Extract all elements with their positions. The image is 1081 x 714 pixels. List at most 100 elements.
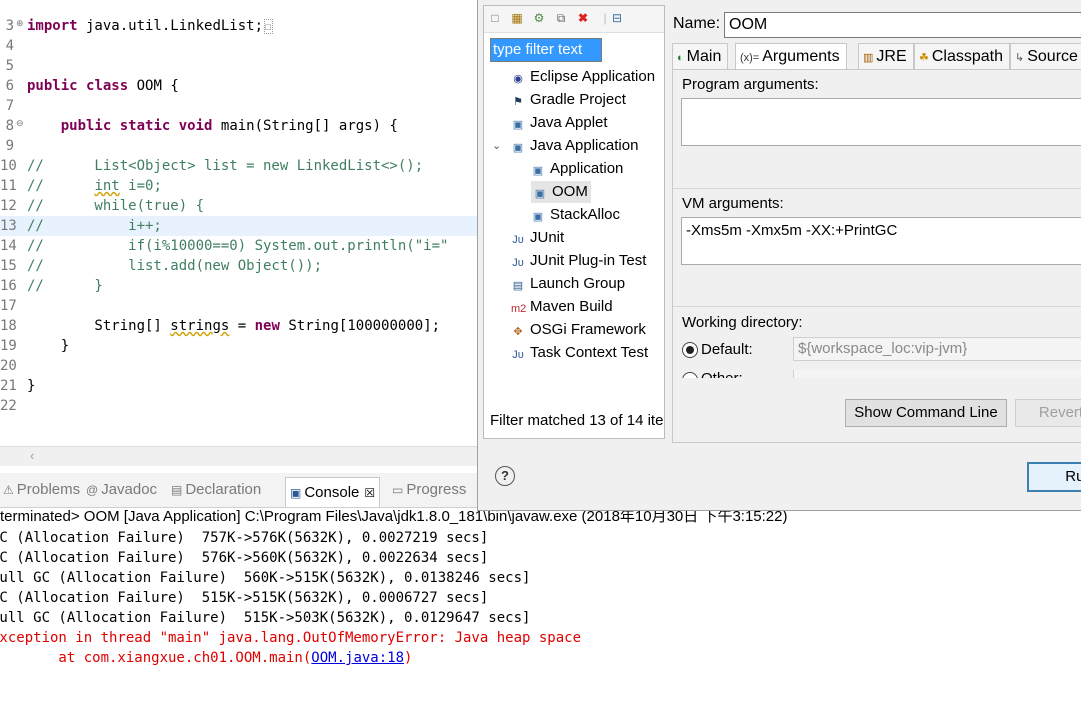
other-label: Other: <box>701 370 743 378</box>
run-configurations-dialog: □ ▦ ⚙ ⧉ ✖ | ⊟ type filter text ◉ Eclipse … <box>477 0 1081 511</box>
chevron-down-icon[interactable]: ⌄ <box>492 135 501 157</box>
code-line[interactable]: 10 // List<Object> list = new LinkedList<… <box>0 156 477 176</box>
scroll-left-icon[interactable]: ‹ <box>30 448 34 463</box>
program-arguments-textarea[interactable] <box>681 98 1081 146</box>
code-editor[interactable]: 3 ⊕ import java.util.LinkedList; ☐ 4 5 6 public… <box>0 0 477 466</box>
tree-item-task-context-test[interactable]: Jᴜ Task Context Test <box>511 342 648 364</box>
code-token: String[] <box>27 318 171 334</box>
code-line[interactable]: 13 // i++; <box>0 216 477 236</box>
line-number: 14 <box>0 238 17 254</box>
code-line[interactable]: 11 // int i=0; <box>0 176 477 196</box>
tree-item-maven-build[interactable]: m2 Maven Build <box>511 296 613 318</box>
close-tab-icon[interactable]: ☒ <box>364 486 375 500</box>
tree-item-launch-group[interactable]: ▤ Launch Group <box>511 273 625 295</box>
folded-imports-icon[interactable]: ☐ <box>264 19 273 34</box>
export-icon[interactable]: ⚙ <box>532 11 546 25</box>
other-option-row: Other: <box>673 370 1081 378</box>
tab-main[interactable]: ◐ Main <box>672 43 729 70</box>
new-config-icon[interactable]: □ <box>488 11 502 25</box>
tab-console[interactable]: ▣ Console ☒ <box>285 477 381 507</box>
tab-source[interactable]: ↳ Source <box>1010 43 1081 70</box>
run-button[interactable]: Run <box>1027 462 1081 492</box>
duplicate-icon[interactable]: ⧉ <box>554 11 568 25</box>
default-radio[interactable] <box>682 342 698 358</box>
tree-item-junit[interactable]: Jᴜ JUnit <box>511 227 564 249</box>
tab-problems[interactable]: ⚠ Problems <box>3 479 80 501</box>
junit-plugin-test-icon: Jᴜ <box>512 257 524 269</box>
tree-item-java-application[interactable]: ⌄ ▣ Java Application <box>492 135 638 157</box>
code-line[interactable]: 3 ⊕ import java.util.LinkedList; ☐ <box>0 16 477 36</box>
code-line[interactable]: 14 // if(i%10000==0) System.out.println("… <box>0 236 477 256</box>
tree-item-gradle-project[interactable]: ⚑ Gradle Project <box>511 89 626 111</box>
code-line[interactable]: 19 } <box>0 336 477 356</box>
code-line[interactable]: 4 <box>0 36 477 56</box>
code-line[interactable]: 8 ⊖ public static void main(String[] args… <box>0 116 477 136</box>
tree-item-label: Task Context Test <box>530 344 649 361</box>
fold-toggle-icon[interactable]: ⊖ <box>16 114 24 134</box>
new-prototype-icon[interactable]: ▦ <box>510 11 524 25</box>
config-name-input[interactable]: OOM <box>724 12 1081 38</box>
vm-arguments-textarea[interactable]: -Xms5m -Xmx5m -XX:+PrintGC <box>681 217 1081 265</box>
code-token: static <box>119 118 171 134</box>
delete-icon[interactable]: ✖ <box>576 11 590 25</box>
maven-build-icon: m2 <box>511 303 527 315</box>
help-icon[interactable]: ? <box>495 466 515 486</box>
default-label: Default: <box>701 341 753 358</box>
source-link[interactable]: OOM.java:18 <box>311 650 404 666</box>
line-number: 20 <box>0 358 17 374</box>
tree-item-stackalloc[interactable]: ▣ StackAlloc <box>531 204 620 226</box>
tab-label: Console <box>304 484 360 501</box>
tree-item-label: JUnit Plug-in Test <box>530 252 647 269</box>
code-token: public <box>27 78 78 94</box>
problems-icon: ⚠ <box>3 483 14 497</box>
tree-item-eclipse-application[interactable]: ◉ Eclipse Application <box>511 66 655 88</box>
tab-classpath[interactable]: ☘ Classpath <box>914 43 1011 70</box>
code-line[interactable]: 9 <box>0 136 477 156</box>
code-line[interactable]: 22 <box>0 396 477 416</box>
code-line[interactable]: 15 // list.add(new Object()); <box>0 256 477 276</box>
launch-config-tree-panel: □ ▦ ⚙ ⧉ ✖ | ⊟ type filter text ◉ Eclipse … <box>483 5 665 439</box>
fold-toggle-icon[interactable]: ⊕ <box>16 14 24 34</box>
line-number: 18 <box>0 318 17 334</box>
code-line[interactable]: 7 <box>0 96 477 116</box>
tree-item-label: Java Applet <box>530 114 608 131</box>
tree-item-java-applet[interactable]: ▣ Java Applet <box>511 112 608 134</box>
tab-jre[interactable]: ▥ JRE <box>858 43 914 70</box>
other-directory-field[interactable] <box>793 370 1081 378</box>
type-filter-input[interactable]: type filter text <box>490 38 602 62</box>
line-number: 13 <box>0 218 17 234</box>
code-line[interactable]: 21} <box>0 376 477 396</box>
code-line[interactable]: 5 <box>0 56 477 76</box>
code-line[interactable]: 12 // while(true) { <box>0 196 477 216</box>
code-token: public <box>60 118 112 134</box>
line-number: 15 <box>0 258 17 274</box>
tab-progress[interactable]: ▭ Progress <box>392 479 466 501</box>
other-radio[interactable] <box>682 372 698 378</box>
horizontal-scrollbar[interactable]: ‹ <box>0 446 477 466</box>
code-line[interactable]: 17 <box>0 296 477 316</box>
code-token: class <box>86 78 129 94</box>
collapse-all-icon[interactable]: ⊟ <box>610 11 624 25</box>
tab-declaration[interactable]: ▤ Declaration <box>171 479 261 501</box>
tree-item-osgi-framework[interactable]: ✥ OSGi Framework <box>511 319 645 341</box>
tab-arguments[interactable]: (x)= Arguments <box>735 43 847 71</box>
code-line[interactable]: 18 String[] strings = new String[1000000… <box>0 316 477 336</box>
code-line[interactable]: 20 <box>0 356 477 376</box>
progress-icon: ▭ <box>392 483 404 497</box>
show-command-line-button[interactable]: Show Command Line <box>845 399 1007 427</box>
code-line[interactable]: 6 public class OOM { <box>0 76 477 96</box>
tree-item-application[interactable]: ▣ Application <box>531 158 624 180</box>
tree-item-junit-plugin-test[interactable]: Jᴜ JUnit Plug-in Test <box>511 250 646 272</box>
group-divider <box>673 306 1081 307</box>
eclipse-application-icon: ◉ <box>513 73 523 85</box>
tree-item-oom[interactable]: ▣ OOM <box>531 181 591 203</box>
code-token: // if(i%10000==0) System.out.println("i=… <box>27 238 449 254</box>
main-tab-icon: ◐ <box>677 52 684 64</box>
tab-javadoc[interactable]: @ Javadoc <box>86 479 157 501</box>
code-line[interactable]: 16 // } <box>0 276 477 296</box>
task-context-test-icon: Jᴜ <box>512 349 524 361</box>
revert-button[interactable]: Revert <box>1015 399 1081 427</box>
